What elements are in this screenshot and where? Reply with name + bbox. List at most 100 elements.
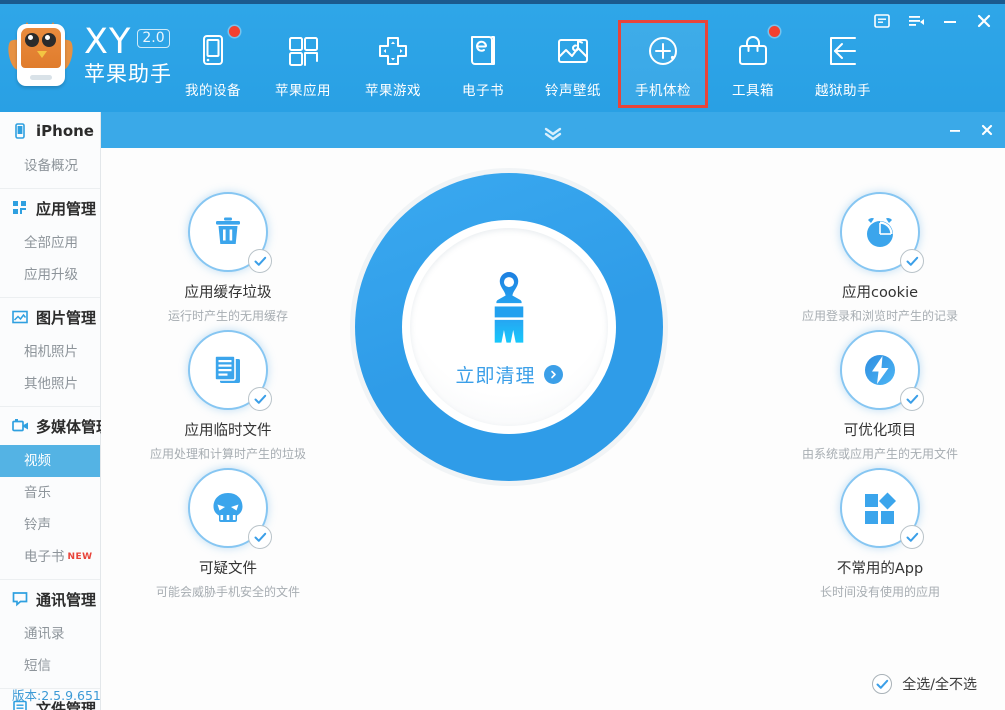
select-all-toggle[interactable]: 全选/全不选: [872, 674, 977, 694]
sidebar-head-2[interactable]: 应用管理: [0, 189, 100, 227]
sidebar-item-4-1[interactable]: 视频: [0, 445, 100, 477]
feature-desc: 可能会威胁手机安全的文件: [155, 585, 300, 599]
brand-subtitle: 苹果助手: [84, 62, 172, 86]
nav-item-label: 铃声壁纸: [545, 83, 601, 99]
feature-title: 应用缓存垃圾: [184, 285, 272, 301]
feature-title: 应用cookie: [841, 285, 919, 301]
message-icon[interactable]: [865, 8, 899, 34]
feature-checkbox[interactable]: [900, 387, 924, 411]
feature-checkbox[interactable]: [900, 249, 924, 273]
feature-item-features_right-2[interactable]: 可优化项目 由系统或应用产生的无用文件: [785, 330, 975, 462]
feature-desc: 长时间没有使用的应用: [819, 585, 940, 599]
device-icon: [191, 29, 235, 73]
sidebar-head-4[interactable]: 多媒体管理: [0, 407, 111, 445]
plus-circle-icon: [641, 29, 685, 73]
main-nav: 我的设备 苹果应用 苹果游戏 电子书 铃声壁纸 手机体检 工具箱 越狱助手: [168, 20, 888, 108]
sidebar-item-label: 通讯录: [24, 626, 65, 642]
feature-item-features_right-3[interactable]: 不常用的App 长时间没有使用的应用: [785, 468, 975, 600]
nav-item-3[interactable]: 苹果游戏: [348, 20, 438, 108]
feature-checkbox[interactable]: [248, 249, 272, 273]
nav-item-1[interactable]: 我的设备: [168, 20, 258, 108]
sidebar-group-3: 图片管理相机照片 其他照片: [0, 298, 100, 407]
xy-assistant-window: XY 2.0 苹果助手 我的设备 苹果应用 苹果游戏 电子书 铃声壁纸 手机体检 工具箱 越狱…: [0, 0, 1005, 710]
sidebar-head-3[interactable]: 图片管理: [0, 298, 100, 336]
sidebar-group-5: 通讯管理通讯录短信: [0, 580, 100, 689]
chevron-right-icon: [543, 364, 563, 384]
sidebar-item-1-1[interactable]: 设备概况: [0, 150, 100, 182]
feature-desc: 应用处理和计算时产生的垃圾: [149, 447, 306, 461]
feature-item-features_left-3[interactable]: 可疑文件可能会威胁手机安全的文件: [133, 468, 323, 600]
sidebar-item-4-2[interactable]: 音乐: [0, 477, 100, 509]
nav-item-label: 电子书: [462, 83, 504, 99]
panel-minimize-icon[interactable]: [939, 112, 971, 148]
nav-item-5[interactable]: 铃声壁纸: [528, 20, 618, 108]
feature-title: 应用临时文件: [184, 423, 272, 439]
feature-item-features_right-1[interactable]: 应用cookie 应用登录和浏览时产生的记录: [785, 192, 975, 324]
sidebar-item-label: 铃声: [24, 517, 51, 533]
nav-item-label: 我的设备: [185, 83, 241, 99]
sidebar-item-label: 视频: [24, 453, 51, 469]
media-icon: [12, 418, 28, 434]
feature-checkbox[interactable]: [248, 387, 272, 411]
sidebar-head-5[interactable]: 通讯管理: [0, 580, 100, 618]
close-icon[interactable]: [967, 8, 1001, 34]
picture-icon: [12, 309, 28, 325]
sidebar-head-label: 图片管理: [36, 308, 97, 327]
nav-item-4[interactable]: 电子书: [438, 20, 528, 108]
feature-item-features_left-1[interactable]: 应用缓存垃圾运行时产生的无用缓存: [133, 192, 323, 324]
notification-dot: [229, 26, 240, 37]
feature-title: 不常用的App: [836, 561, 924, 577]
sidebar-head-label: 多媒体管理: [36, 417, 112, 436]
feature-item-features_left-2[interactable]: 应用临时文件应用处理和计算时产生的垃圾: [133, 330, 323, 462]
version-label: 版本:2.5.9.6519: [12, 688, 109, 703]
check-circle-icon: [872, 674, 893, 694]
sidebar-head-label: 应用管理: [36, 199, 97, 218]
feature-desc: 运行时产生的无用缓存: [167, 309, 288, 323]
sidebar-group-2: 应用管理全部应用应用升级: [0, 189, 100, 298]
clean-now-label-row[interactable]: 立即清理: [455, 361, 563, 388]
clean-ring: 立即清理: [350, 168, 668, 486]
sidebar-item-label: 电子书: [24, 549, 65, 565]
chat-icon: [12, 591, 28, 607]
broom-icon: [494, 271, 524, 343]
ebook-icon: [461, 29, 505, 73]
nav-item-2[interactable]: 苹果应用: [258, 20, 348, 108]
sidebar-item-4-4[interactable]: 电子书 NEW: [0, 541, 100, 573]
feedback-icon[interactable]: [899, 8, 933, 34]
brand-logo[interactable]: XY 2.0 苹果助手: [6, 20, 172, 90]
clean-now-button[interactable]: 立即清理: [410, 228, 608, 426]
sidebar-item-5-1[interactable]: 通讯录: [0, 618, 100, 650]
nav-item-label: 苹果应用: [275, 83, 331, 99]
panel-close-icon[interactable]: [971, 112, 1003, 148]
sidebar-item-5-2[interactable]: 短信: [0, 650, 100, 682]
new-badge: NEW: [67, 552, 93, 562]
brand-name: XY: [84, 22, 132, 62]
app-header: XY 2.0 苹果助手 我的设备 苹果应用 苹果游戏 电子书 铃声壁纸 手机体检 工具箱 越狱…: [0, 4, 1005, 112]
sidebar-item-3-2[interactable]: 其他照片: [0, 368, 100, 400]
sidebar-item-4-3[interactable]: 铃声: [0, 509, 100, 541]
nav-item-7[interactable]: 工具箱: [708, 20, 798, 108]
apps-grid-icon: [281, 29, 325, 73]
select-all-label: 全选/全不选: [902, 677, 977, 693]
sidebar-item-2-1[interactable]: 全部应用: [0, 227, 100, 259]
feature-checkbox[interactable]: [900, 525, 924, 549]
sidebar-item-label: 全部应用: [24, 235, 78, 251]
gamepad-icon: [371, 29, 415, 73]
minimize-icon[interactable]: [933, 8, 967, 34]
nav-item-6[interactable]: 手机体检: [618, 20, 708, 108]
apps-icon: [12, 200, 28, 216]
feature-desc: 由系统或应用产生的无用文件: [801, 447, 958, 461]
sidebar-item-label: 设备概况: [24, 158, 78, 174]
window-controls: [865, 8, 1001, 34]
sidebar-item-2-2[interactable]: 应用升级: [0, 259, 100, 291]
iphone-icon: [12, 123, 28, 139]
sidebar-item-3-1[interactable]: 相机照片: [0, 336, 100, 368]
owl-logo-icon: [6, 20, 75, 90]
feature-title: 可疑文件: [199, 561, 257, 577]
ringtone-wallpaper-icon: [551, 29, 595, 73]
notification-dot: [769, 26, 780, 37]
nav-item-label: 手机体检: [635, 83, 691, 99]
sidebar-head-label: iPhone: [36, 122, 94, 140]
feature-checkbox[interactable]: [248, 525, 272, 549]
sidebar-head-1[interactable]: iPhone: [0, 112, 100, 150]
